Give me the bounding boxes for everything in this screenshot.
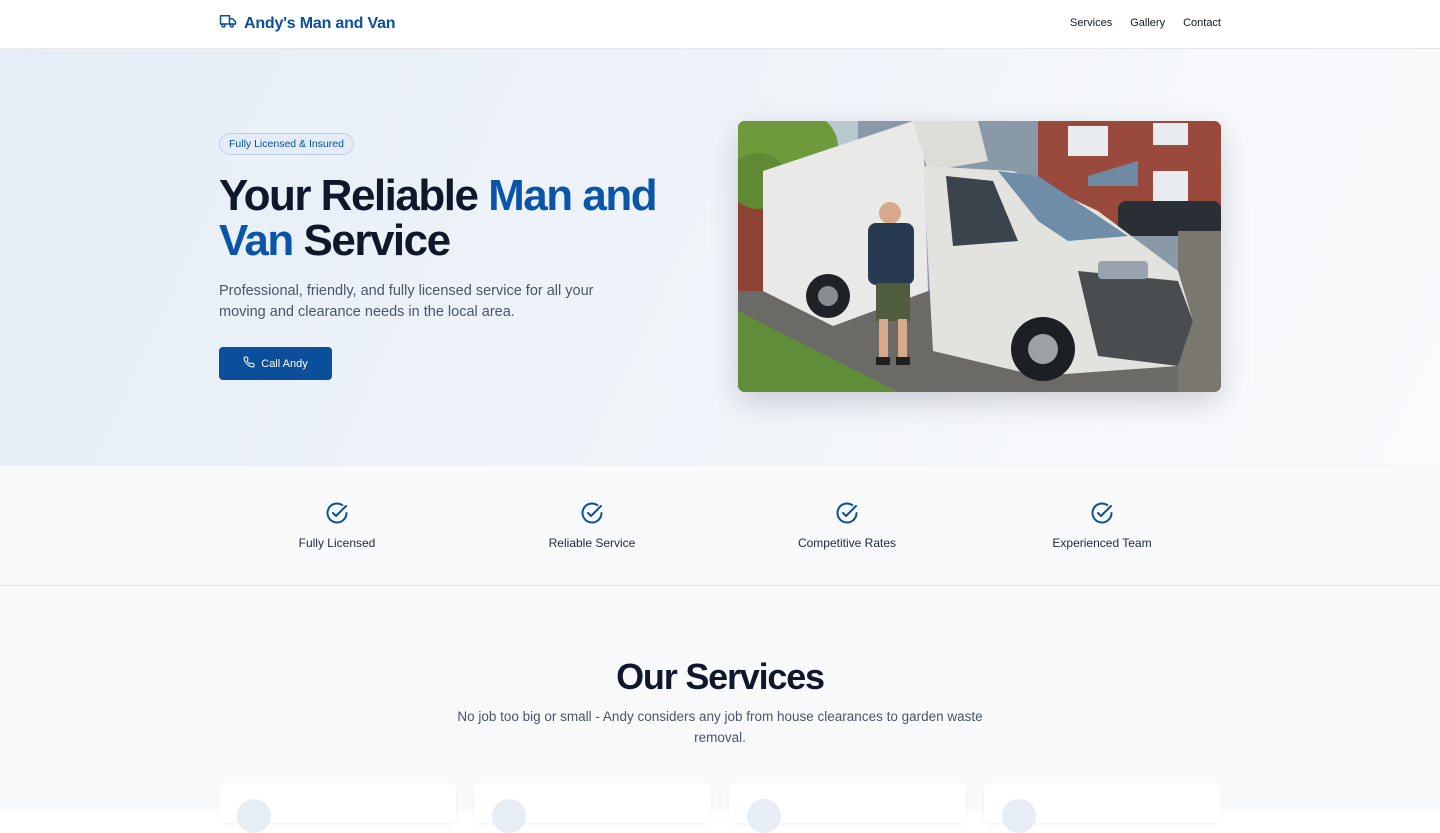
hero-section: Fully Licensed & Insured Your Reliable M… xyxy=(0,49,1440,465)
phone-icon xyxy=(243,356,255,371)
services-section: Our Services No job too big or small - A… xyxy=(0,586,1440,833)
service-icon xyxy=(1002,799,1036,833)
nav-link-contact[interactable]: Contact xyxy=(1183,17,1221,29)
feature-label: Reliable Service xyxy=(548,536,636,550)
service-icon xyxy=(237,799,271,833)
feature-label: Competitive Rates xyxy=(797,536,897,550)
feature-label: Fully Licensed xyxy=(298,536,376,550)
features-strip: Fully Licensed Reliable Service Competit… xyxy=(0,465,1440,586)
feature-experienced-team: Experienced Team xyxy=(1002,501,1202,550)
top-navbar: Andy's Man and Van Services Gallery Cont… xyxy=(0,0,1440,49)
hero-van-photo xyxy=(738,121,1221,392)
truck-icon xyxy=(219,13,237,34)
call-andy-button[interactable]: Call Andy xyxy=(219,347,332,380)
service-card[interactable] xyxy=(729,783,966,833)
headline-part-1: Your Reliable xyxy=(219,171,489,220)
services-title: Our Services xyxy=(616,656,825,697)
nav-link-services[interactable]: Services xyxy=(1070,17,1112,29)
feature-competitive-rates: Competitive Rates xyxy=(747,501,947,550)
nav-links: Services Gallery Contact xyxy=(1070,17,1221,29)
headline-part-2: Service xyxy=(292,216,452,265)
service-icon xyxy=(492,799,526,833)
feature-label: Experienced Team xyxy=(1052,536,1152,550)
licensed-badge: Fully Licensed & Insured xyxy=(219,133,354,155)
service-card[interactable] xyxy=(984,783,1221,833)
feature-fully-licensed: Fully Licensed xyxy=(237,501,437,550)
check-circle-icon xyxy=(325,502,349,529)
nav-link-gallery[interactable]: Gallery xyxy=(1130,17,1165,29)
feature-reliable-service: Reliable Service xyxy=(492,501,692,550)
brand-logo-link[interactable]: Andy's Man and Van xyxy=(219,13,396,34)
hero-headline: Your Reliable Man and Van Service xyxy=(219,173,699,263)
call-andy-label: Call Andy xyxy=(261,357,308,370)
check-circle-icon xyxy=(1090,502,1114,529)
services-subtitle: No job too big or small - Andy considers… xyxy=(457,709,983,745)
check-circle-icon xyxy=(835,502,859,529)
hero-subtitle: Professional, friendly, and fully licens… xyxy=(219,283,594,320)
service-card[interactable] xyxy=(474,783,711,833)
service-icon xyxy=(747,799,781,833)
check-circle-icon xyxy=(580,502,604,529)
service-card[interactable] xyxy=(219,783,456,833)
brand-name: Andy's Man and Van xyxy=(244,14,396,32)
